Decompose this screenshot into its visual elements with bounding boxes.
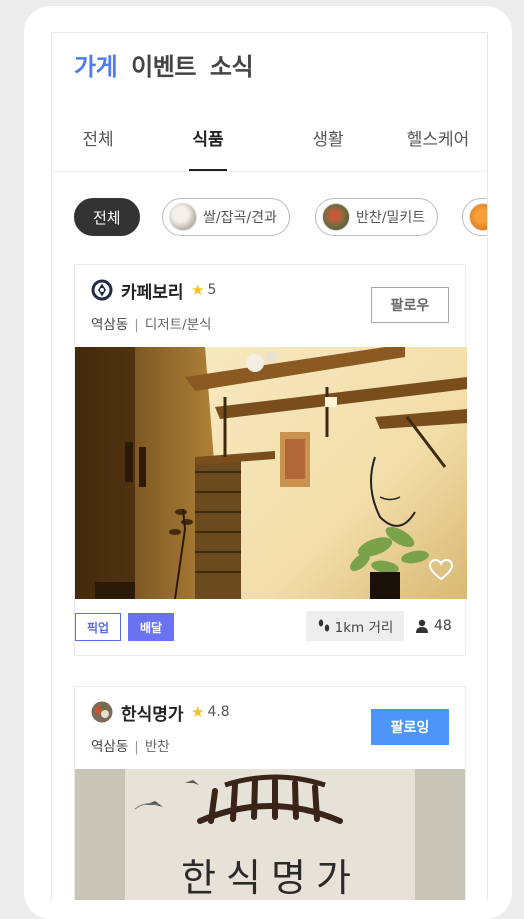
category-tabs: 전체 식품 생활 헬스케어 <box>52 125 487 172</box>
tab-stores[interactable]: 가게 <box>74 47 118 82</box>
store-card-header: 한식명가 ★ 4.8 역삼동 | 반찬 팔로잉 <box>75 687 465 769</box>
app-screen: 가게 이벤트 소식 전체 식품 생활 헬스케어 전체 쌀/잡곡/견과 반찬/밀키… <box>51 32 488 900</box>
followers-value: 48 <box>434 618 452 634</box>
store-card-footer: 픽업 배달 1km 거리 48 <box>75 599 465 655</box>
chip-grains-label: 쌀/잡곡/견과 <box>203 210 277 226</box>
rating-value: 4.8 <box>207 704 230 720</box>
chip-all[interactable]: 전체 <box>74 198 140 236</box>
store-card[interactable]: 카페보리 ★ 5 역삼동 | 디저트/분식 팔로우 픽업 배달 1km 거리 4… <box>74 264 467 656</box>
cafe-interior-photo[interactable] <box>75 347 467 599</box>
fruit-thumbnail-icon <box>469 203 487 231</box>
chip-grains[interactable]: 쌀/잡곡/견과 <box>162 198 290 236</box>
tab-news[interactable]: 소식 <box>210 47 254 82</box>
star-icon: ★ <box>191 281 205 299</box>
main-tabs: 가게 이벤트 소식 <box>74 47 254 82</box>
follow-button[interactable]: 팔로우 <box>371 287 449 323</box>
chip-all-label: 전체 <box>93 208 121 227</box>
active-tab-underline <box>189 169 227 171</box>
chip-side-dish[interactable]: 반찬/밀키트 <box>315 198 439 236</box>
store-logo-icon <box>91 279 113 301</box>
store-card[interactable]: 한식명가 ★ 4.8 역삼동 | 반찬 팔로잉 한식명가 <box>74 686 466 900</box>
heart-icon[interactable] <box>429 559 453 581</box>
star-icon: ★ <box>191 703 205 721</box>
sign-text: 한식명가 <box>181 856 361 900</box>
store-card-header: 카페보리 ★ 5 역삼동 | 디저트/분식 팔로우 <box>75 265 465 347</box>
filter-chips: 전체 쌀/잡곡/견과 반찬/밀키트 <box>74 198 487 238</box>
subtab-all[interactable]: 전체 <box>64 125 132 172</box>
side-dish-thumbnail-icon <box>322 203 350 231</box>
store-name[interactable]: 카페보리 <box>121 278 184 303</box>
hansik-sign-photo[interactable]: 한식명가 <box>75 769 465 900</box>
store-rating: ★ 5 <box>191 281 216 299</box>
pickup-tag: 픽업 <box>75 613 121 641</box>
followers-count: 48 <box>415 611 452 641</box>
following-button[interactable]: 팔로잉 <box>371 709 449 745</box>
chip-side-dish-label: 반찬/밀키트 <box>356 210 426 226</box>
subtab-healthcare[interactable]: 헬스케어 <box>388 125 487 172</box>
tab-events[interactable]: 이벤트 <box>131 47 196 82</box>
store-meta: 역삼동 | 반찬 <box>91 739 170 755</box>
store-location: 역삼동 <box>91 739 129 755</box>
rating-value: 5 <box>207 282 217 298</box>
subtab-all-label: 전체 <box>82 130 114 150</box>
subtab-food[interactable]: 식품 <box>160 125 256 172</box>
store-category: 디저트/분식 <box>144 317 212 333</box>
person-icon <box>416 619 428 633</box>
store-location: 역삼동 <box>91 317 129 333</box>
phone-frame: 가게 이벤트 소식 전체 식품 생활 헬스케어 전체 쌀/잡곡/견과 반찬/밀키… <box>24 6 512 919</box>
subtab-food-label: 식품 <box>192 130 224 150</box>
store-category: 반찬 <box>144 739 170 755</box>
subtab-living-label: 생활 <box>312 130 344 150</box>
distance-text: 1km 거리 <box>334 620 394 636</box>
footprints-icon <box>318 619 329 632</box>
store-meta: 역삼동 | 디저트/분식 <box>91 317 212 333</box>
delivery-tag: 배달 <box>128 613 174 641</box>
subtab-living[interactable]: 생활 <box>288 125 368 172</box>
chip-fruit[interactable] <box>462 198 487 236</box>
distance-badge: 1km 거리 <box>306 611 404 641</box>
grain-thumbnail-icon <box>169 203 197 231</box>
store-rating: ★ 4.8 <box>191 703 230 721</box>
store-name[interactable]: 한식명가 <box>121 700 184 725</box>
subtab-healthcare-label: 헬스케어 <box>406 130 470 150</box>
cafe-interior-illustration <box>75 347 467 599</box>
store-logo-icon <box>91 701 113 723</box>
